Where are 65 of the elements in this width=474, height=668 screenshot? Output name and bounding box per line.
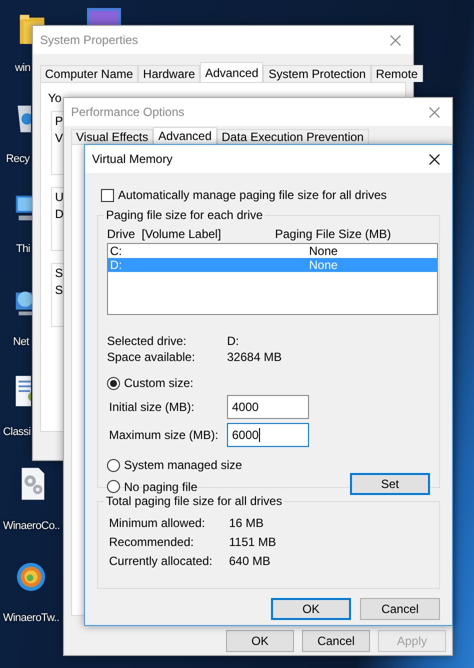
tab[interactable]: Data Execution Prevention — [216, 129, 369, 144]
close-icon — [428, 154, 440, 164]
info-value: 16 MB — [229, 516, 265, 530]
radio-button[interactable] — [107, 480, 120, 493]
dialog-button[interactable]: OK — [271, 598, 351, 620]
column-header: Drive [Volume Label] — [107, 227, 222, 243]
checkbox[interactable] — [101, 188, 114, 202]
field-label: Maximum size (MB): — [108, 428, 220, 442]
info-label: Currently allocated: — [109, 554, 214, 568]
icon-label[interactable]: Classi — [3, 426, 31, 438]
group-text: P — [55, 114, 64, 130]
input-field[interactable]: 6000 — [227, 423, 309, 447]
field-label: Initial size (MB): — [108, 400, 196, 414]
group-text: S — [55, 266, 64, 282]
list-row[interactable]: C: None — [108, 244, 437, 258]
info-label: Minimum allowed: — [109, 516, 206, 530]
drive-cell-text: D: — [110, 258, 123, 272]
icon-label[interactable]: WinaeroCo.. — [3, 520, 60, 532]
group-title: Total paging file size for all drives — [104, 494, 284, 508]
dialog-button[interactable]: Cancel — [302, 630, 370, 652]
info-value: 1151 MB — [229, 535, 278, 549]
tab[interactable]: Visual Effects — [71, 129, 154, 144]
dialog-button[interactable]: Cancel — [360, 598, 440, 620]
radio-label[interactable]: No paging file — [124, 480, 198, 494]
group-text: S — [55, 283, 64, 299]
radio-button[interactable] — [107, 458, 120, 472]
icon-label[interactable]: Recy — [6, 153, 30, 165]
group-text: D — [55, 207, 64, 223]
column-header: Paging File Size (MB) — [275, 227, 392, 243]
set-button[interactable]: Set — [350, 473, 430, 495]
tab[interactable]: Remote — [370, 65, 423, 82]
group-text: U — [55, 190, 64, 206]
dialog-button[interactable]: OK — [226, 630, 294, 652]
tab[interactable]: System Protection — [263, 65, 371, 82]
window-title: System Properties — [40, 33, 138, 47]
group-title: Paging file size for each drive — [104, 208, 265, 222]
tab[interactable]: Advanced — [200, 62, 264, 82]
info-label: Space available: — [107, 350, 196, 364]
info-value: D: — [227, 334, 240, 348]
tab[interactable]: Computer Name — [40, 65, 138, 82]
info-label: Recommended: — [109, 535, 195, 549]
info-value: 640 MB — [229, 554, 272, 568]
size-cell: None — [309, 244, 338, 258]
window-title: Virtual Memory — [92, 152, 172, 166]
close-icon — [390, 34, 400, 46]
group-text: V — [55, 131, 64, 147]
radio-button[interactable] — [107, 376, 120, 390]
drive-list[interactable]: C: None D: None — [107, 243, 438, 315]
info-label: Selected drive: — [107, 334, 188, 348]
tab[interactable]: Advanced — [153, 127, 217, 144]
input-field[interactable]: 4000 — [227, 395, 309, 419]
tab[interactable]: Hardware — [138, 65, 200, 82]
drive-cell-text: C: — [110, 244, 123, 258]
icon-label[interactable]: WinaeroTw.. — [3, 612, 60, 624]
close-icon — [428, 106, 440, 118]
radio-label[interactable]: System managed size — [124, 458, 242, 472]
intro-text: Yo — [48, 91, 62, 107]
checkbox-label[interactable]: Automatically manage paging file size for all drives — [118, 188, 387, 202]
info-value: 32684 MB — [227, 350, 283, 364]
window-title: Performance Options — [71, 105, 184, 119]
icon-label[interactable]: Net — [13, 336, 29, 348]
size-cell: None — [309, 258, 338, 272]
icon-label[interactable]: Thi — [16, 243, 30, 255]
icon-label[interactable]: win — [15, 62, 30, 74]
radio-label[interactable]: Custom size: — [124, 376, 194, 390]
